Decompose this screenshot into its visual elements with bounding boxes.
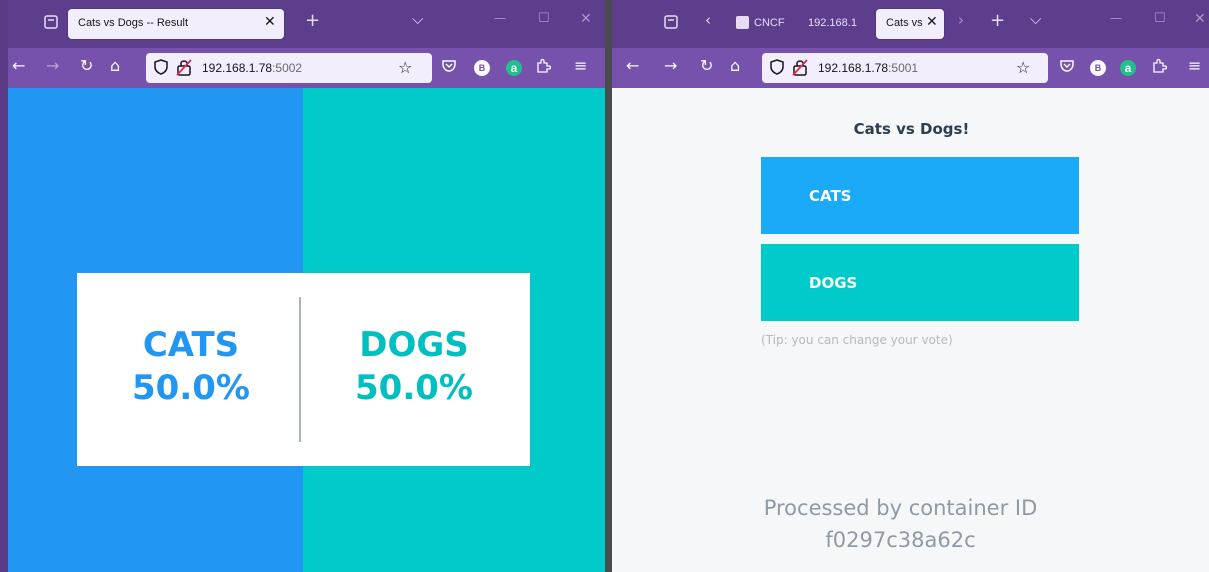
dogs-percentage: 50.0% bbox=[355, 368, 473, 408]
result-page: CATS 50.0% DOGS 50.0% bbox=[8, 88, 605, 572]
container-id: f0297c38a62c bbox=[825, 528, 976, 552]
reload-icon[interactable]: ↻ bbox=[80, 58, 93, 74]
insecure-lock-icon[interactable] bbox=[176, 58, 192, 76]
tab-title: Cats vs Dogs -- Result bbox=[78, 17, 189, 29]
tab-ip[interactable]: 192.168.1 bbox=[808, 9, 868, 39]
url-port: :5001 bbox=[888, 61, 919, 75]
pocket-icon[interactable] bbox=[442, 58, 456, 75]
tab-label: 192.168.1 bbox=[808, 17, 857, 29]
extension-a-icon[interactable]: a bbox=[506, 60, 522, 76]
extension-a-icon[interactable]: a bbox=[1120, 60, 1136, 76]
home-icon[interactable]: ⌂ bbox=[730, 58, 740, 74]
vote-page: Cats vs Dogs! CATS DOGS (Tip: you can ch… bbox=[612, 88, 1209, 572]
back-icon[interactable]: ← bbox=[626, 58, 639, 74]
extensions-puzzle-icon[interactable] bbox=[1152, 58, 1168, 76]
tab-list-chevron-icon[interactable]: ⌵ bbox=[1030, 12, 1041, 27]
maximize-icon[interactable]: ☐ bbox=[538, 12, 550, 25]
vote-tip: (Tip: you can change your vote) bbox=[761, 333, 953, 347]
left-browser-window: Cats vs Dogs -- Result ✕ + ⌵ — ☐ ✕ ← → ↻… bbox=[8, 0, 605, 572]
home-icon[interactable]: ⌂ bbox=[110, 58, 120, 74]
bookmark-star-icon[interactable]: ☆ bbox=[1016, 58, 1030, 77]
new-tab-icon[interactable]: + bbox=[990, 12, 1005, 30]
bookmark-star-icon[interactable]: ☆ bbox=[398, 58, 412, 77]
navigation-toolbar: ← → ↻ ⌂ 192.168.1.78:5001 ☆ B a ≡ bbox=[612, 48, 1209, 88]
cncf-favicon-icon bbox=[736, 16, 749, 29]
shield-icon[interactable] bbox=[770, 59, 784, 75]
cats-label: CATS bbox=[142, 325, 240, 365]
scroll-tabs-right-icon[interactable]: › bbox=[958, 13, 964, 28]
close-window-icon[interactable]: ✕ bbox=[1194, 12, 1206, 26]
reload-icon[interactable]: ↻ bbox=[700, 58, 713, 74]
window-divider bbox=[605, 0, 612, 572]
left-edge bbox=[0, 0, 8, 572]
navigation-toolbar: ← → ↻ ⌂ 192.168.1.78:5002 ☆ B a ≡ bbox=[8, 48, 605, 88]
pocket-icon[interactable] bbox=[1060, 58, 1074, 75]
url-text: 192.168.1.78:5002 bbox=[202, 61, 302, 75]
tab-cats-vs[interactable]: Cats vs ✕ bbox=[876, 9, 944, 39]
extension-b-icon[interactable]: B bbox=[474, 60, 490, 76]
menu-icon[interactable]: ≡ bbox=[1188, 58, 1201, 74]
tab-bar: ‹ CNCF 192.168.1 Cats vs ✕ › + ⌵ — ☐ ✕ bbox=[612, 0, 1209, 48]
maximize-icon[interactable]: ☐ bbox=[1154, 12, 1166, 25]
right-browser-window: ‹ CNCF 192.168.1 Cats vs ✕ › + ⌵ — ☐ ✕ ←… bbox=[612, 0, 1209, 572]
tab-overview-icon[interactable] bbox=[664, 15, 678, 32]
url-host: 192.168.1.78 bbox=[202, 61, 273, 75]
page-title: Cats vs Dogs! bbox=[853, 120, 970, 138]
cats-percentage: 50.0% bbox=[132, 368, 250, 408]
forward-icon[interactable]: → bbox=[46, 58, 59, 74]
tab-bar: Cats vs Dogs -- Result ✕ + ⌵ — ☐ ✕ bbox=[8, 0, 605, 48]
extensions-puzzle-icon[interactable] bbox=[536, 58, 552, 76]
vote-cats-button[interactable]: CATS bbox=[761, 157, 1079, 234]
scroll-tabs-left-icon[interactable]: ‹ bbox=[705, 13, 711, 28]
address-bar[interactable]: 192.168.1.78:5001 ☆ bbox=[762, 53, 1048, 83]
extension-b-icon[interactable]: B bbox=[1090, 60, 1106, 76]
tab-cncf[interactable]: CNCF bbox=[736, 9, 798, 39]
forward-icon[interactable]: → bbox=[664, 58, 677, 74]
minimize-icon[interactable]: — bbox=[494, 12, 506, 24]
tab-label: Cats vs bbox=[886, 17, 923, 29]
dogs-label: DOGS bbox=[359, 325, 469, 365]
close-window-icon[interactable]: ✕ bbox=[580, 12, 592, 26]
new-tab-icon[interactable]: + bbox=[305, 12, 320, 30]
processed-by-label: Processed by container ID bbox=[763, 496, 1038, 520]
tab-overview-icon[interactable] bbox=[44, 15, 58, 32]
close-tab-icon[interactable]: ✕ bbox=[264, 14, 276, 30]
result-card: CATS 50.0% DOGS 50.0% bbox=[77, 273, 530, 466]
url-host: 192.168.1.78 bbox=[818, 61, 889, 75]
close-tab-icon[interactable]: ✕ bbox=[926, 14, 938, 30]
result-divider bbox=[299, 297, 301, 442]
shield-icon[interactable] bbox=[154, 59, 168, 75]
tab-result[interactable]: Cats vs Dogs -- Result ✕ bbox=[68, 9, 284, 39]
tab-list-chevron-icon[interactable]: ⌵ bbox=[412, 12, 423, 27]
insecure-lock-icon[interactable] bbox=[792, 58, 808, 76]
tab-label: CNCF bbox=[754, 17, 785, 29]
url-port: :5002 bbox=[272, 61, 303, 75]
back-icon[interactable]: ← bbox=[12, 58, 25, 74]
url-text: 192.168.1.78:5001 bbox=[818, 61, 918, 75]
menu-icon[interactable]: ≡ bbox=[574, 58, 587, 74]
address-bar[interactable]: 192.168.1.78:5002 ☆ bbox=[146, 53, 432, 83]
minimize-icon[interactable]: — bbox=[1110, 12, 1122, 24]
vote-dogs-button[interactable]: DOGS bbox=[761, 244, 1079, 321]
